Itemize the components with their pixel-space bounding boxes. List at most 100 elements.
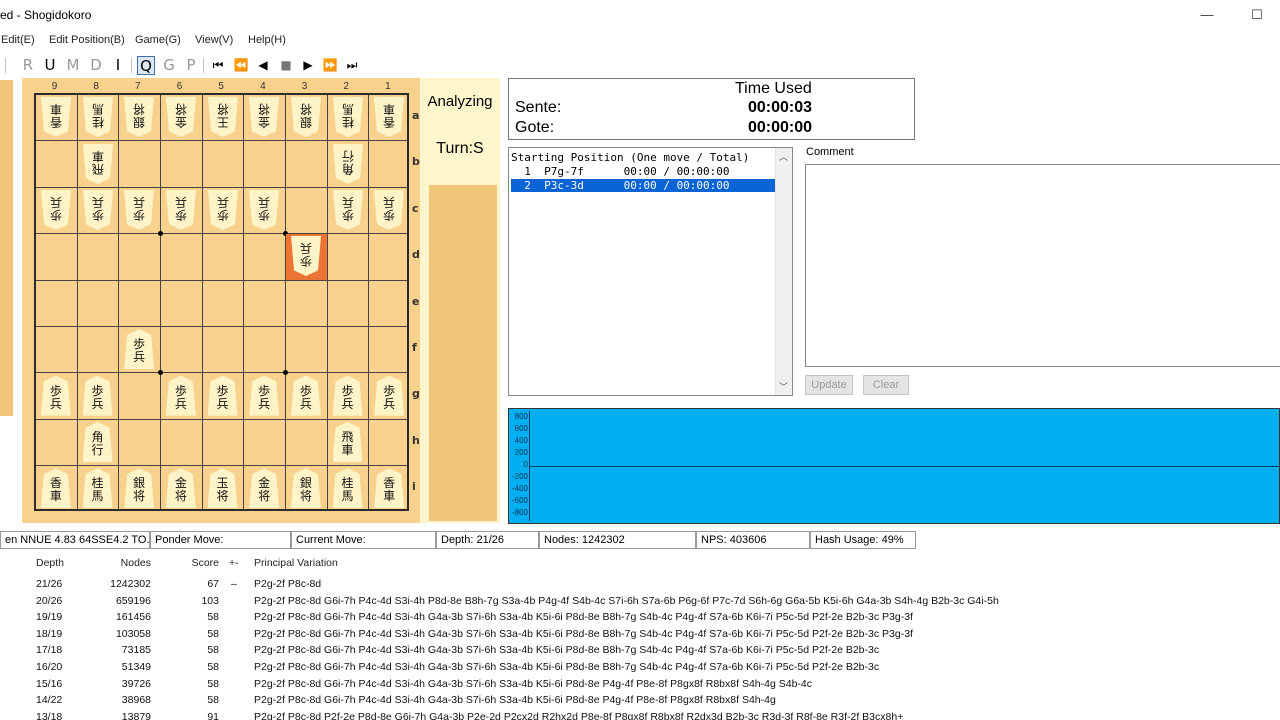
col-depth[interactable]: Depth	[36, 557, 64, 569]
shogi-piece[interactable]: 歩兵	[249, 375, 280, 416]
toolbar-g-button[interactable]: G	[160, 56, 178, 75]
shogi-piece[interactable]: 香車	[374, 97, 404, 137]
analysis-row[interactable]: 15/16 39726 58 P2g-2f P8c-8d G6i-7h P4c-4d …	[0, 678, 1280, 694]
row-score: 58	[207, 644, 219, 657]
row-depth: 13/18	[36, 710, 63, 720]
shogi-piece[interactable]: 歩兵	[249, 190, 279, 230]
shogi-piece[interactable]: 歩兵	[332, 375, 363, 416]
shogi-piece[interactable]: 角行	[333, 144, 363, 184]
scroll-down-icon[interactable]: ﹀	[779, 380, 788, 393]
move-list-scrollbar[interactable]: ︿ ﹀	[775, 148, 792, 395]
comment-textarea[interactable]	[805, 164, 1280, 367]
toolbar-q-button[interactable]: Q	[137, 56, 155, 75]
time-panel: Time Used Sente: 00:00:03 Gote: 00:00:00	[508, 78, 915, 140]
shogi-piece[interactable]: 歩兵	[374, 190, 404, 230]
shogi-board: 987654321 abcdefghi 香車桂馬銀将金将王将金将銀将桂馬香車飛車…	[22, 78, 420, 523]
shogi-piece[interactable]: 歩兵	[207, 375, 238, 416]
analysis-row[interactable]: 19/19 161456 58 P2g-2f P8c-8d G6i-7h P4c-4d…	[0, 611, 1280, 627]
row-pv: P2g-2f P8c-8d G6i-7h P4c-4d S3i-4h G4a-3…	[254, 644, 880, 657]
move-list-header[interactable]: Starting Position (One move / Total)	[511, 151, 775, 164]
board-grid[interactable]: 香車桂馬銀将金将王将金将銀将桂馬香車飛車角行歩兵歩兵歩兵歩兵歩兵歩兵歩兵歩兵歩兵…	[34, 93, 409, 511]
analysis-row[interactable]: 21/26 1242302 67– P2g-2f P8c-8d	[0, 578, 1280, 594]
shogi-piece[interactable]: 歩兵	[41, 190, 71, 230]
menu-game[interactable]: Game(G)	[135, 34, 181, 46]
sente-hand-area[interactable]	[429, 185, 497, 521]
shogi-piece[interactable]: 歩兵	[166, 190, 196, 230]
shogi-piece[interactable]: 歩兵	[40, 375, 71, 416]
evaluation-graph[interactable]: 800 600 400 200 0 -200 -400 -600 -800	[508, 408, 1280, 524]
shogi-piece[interactable]: 銀将	[291, 97, 321, 137]
shogi-piece[interactable]: 歩兵	[83, 190, 113, 230]
shogi-piece[interactable]: 桂馬	[332, 468, 363, 509]
graph-tick-label: -400	[511, 484, 528, 493]
menu-help[interactable]: Help(H)	[248, 34, 286, 46]
next-move-icon[interactable]: ▶	[298, 56, 318, 75]
stop-icon[interactable]: ■	[276, 56, 296, 75]
analysis-row[interactable]: 20/26 659196 103 P2g-2f P8c-8d G6i-7h P4c-4…	[0, 595, 1280, 611]
gote-hand-area[interactable]	[0, 80, 13, 416]
shogi-piece[interactable]: 飛車	[332, 422, 363, 462]
previous-move-icon[interactable]: ◀	[253, 56, 273, 75]
move-list-item[interactable]: 1 P7g-7f 00:00 / 00:00:00	[511, 165, 775, 178]
shogi-piece[interactable]: 歩兵	[333, 190, 363, 230]
menu-edit-position[interactable]: Edit Position(B)	[49, 34, 125, 46]
scroll-up-icon[interactable]: ︿	[779, 150, 788, 163]
row-plus-minus: –	[231, 578, 237, 590]
shogi-piece[interactable]: 香車	[40, 468, 71, 509]
shogi-piece[interactable]: 歩兵	[290, 375, 321, 416]
col-nodes[interactable]: Nodes	[90, 557, 151, 569]
shogi-piece[interactable]: 角行	[82, 422, 113, 462]
side-panel: Analyzing Turn:S	[420, 78, 500, 523]
col-principal-variation[interactable]: Principal Variation	[254, 557, 338, 569]
col-plus-minus[interactable]: +-	[229, 557, 239, 569]
move-list[interactable]: Starting Position (One move / Total) 1 P…	[508, 147, 793, 396]
shogi-piece[interactable]: 歩兵	[208, 190, 238, 230]
minimize-button[interactable]: —	[1184, 0, 1230, 30]
shogi-piece[interactable]: 歩兵	[124, 190, 154, 230]
menu-view[interactable]: View(V)	[195, 34, 233, 46]
shogi-piece[interactable]: 銀将	[124, 97, 154, 137]
shogi-piece[interactable]: 歩兵	[165, 375, 196, 416]
shogi-piece[interactable]: 飛車	[83, 144, 113, 184]
col-score[interactable]: Score	[170, 557, 219, 569]
analysis-row[interactable]: 16/20 51349 58 P2g-2f P8c-8d G6i-7h P4c-4d …	[0, 661, 1280, 677]
toolbar-i-button[interactable]: I	[109, 56, 127, 75]
shogi-piece[interactable]: 金将	[249, 97, 279, 137]
shogi-piece[interactable]: 金将	[249, 468, 280, 509]
rewind-icon[interactable]: ⏪	[231, 56, 251, 75]
toolbar-p-button[interactable]: P	[182, 56, 200, 75]
shogi-piece[interactable]: 香車	[374, 468, 405, 509]
clear-button[interactable]: Clear	[863, 375, 909, 395]
analysis-row[interactable]: 18/19 103058 58 P2g-2f P8c-8d G6i-7h P4c-4d…	[0, 628, 1280, 644]
analysis-row[interactable]: 17/18 73185 58 P2g-2f P8c-8d G6i-7h P4c-4d …	[0, 644, 1280, 660]
shogi-piece[interactable]: 歩兵	[124, 329, 155, 370]
update-button[interactable]: Update	[805, 375, 853, 395]
analysis-row[interactable]: 14/22 38968 58 P2g-2f P8c-8d G6i-7h P4c-4d …	[0, 694, 1280, 710]
shogi-piece[interactable]: 玉将	[207, 468, 238, 509]
menu-edit[interactable]: Edit(E)	[1, 34, 35, 46]
shogi-piece[interactable]: 歩兵	[291, 236, 321, 276]
shogi-piece[interactable]: 香車	[41, 97, 71, 137]
row-pv: P2g-2f P8c-8d G6i-7h P4c-4d S3i-4h G4a-3…	[254, 661, 880, 673]
move-list-item-selected[interactable]: 2 P3c-3d 00:00 / 00:00:00	[511, 179, 775, 192]
shogi-piece[interactable]: 歩兵	[374, 375, 405, 416]
shogi-piece[interactable]: 金将	[166, 97, 196, 137]
toolbar-r-button[interactable]: R	[19, 56, 37, 75]
shogi-piece[interactable]: 金将	[165, 468, 196, 509]
last-move-icon[interactable]: ⏭	[342, 56, 362, 75]
toolbar-u-button[interactable]: U	[41, 56, 59, 75]
shogi-piece[interactable]: 銀将	[124, 468, 155, 509]
shogi-piece[interactable]: 王将	[208, 97, 238, 137]
shogi-piece[interactable]: 桂馬	[333, 97, 363, 137]
maximize-button[interactable]: ☐	[1234, 0, 1280, 30]
shogi-piece[interactable]: 歩兵	[82, 375, 113, 416]
first-move-icon[interactable]: ⏮	[208, 56, 228, 75]
shogi-piece[interactable]: 桂馬	[83, 97, 113, 137]
toolbar-d-button[interactable]: D	[87, 56, 105, 75]
shogi-piece[interactable]: 桂馬	[82, 468, 113, 509]
analysis-row[interactable]: 13/18 13879 91 P2g-2f P8c-8d P2f-2e P8d-8e …	[0, 711, 1280, 720]
toolbar-m-button[interactable]: M	[64, 56, 82, 75]
shogi-piece[interactable]: 銀将	[290, 468, 321, 509]
fast-forward-icon[interactable]: ⏩	[320, 56, 340, 75]
rank-letter: h	[412, 433, 420, 447]
